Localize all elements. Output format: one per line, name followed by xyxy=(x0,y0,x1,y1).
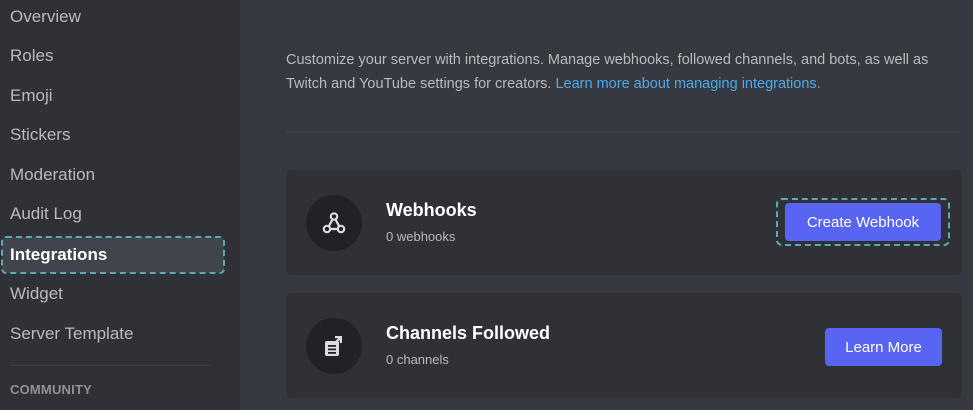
sidebar-item-roles[interactable]: Roles xyxy=(2,38,224,74)
channels-followed-icon xyxy=(306,318,362,374)
sidebar-section-community: COMMUNITY xyxy=(10,382,92,397)
sidebar-item-server-template[interactable]: Server Template xyxy=(2,316,224,352)
sidebar-item-audit-log[interactable]: Audit Log xyxy=(2,196,224,232)
channels-followed-count: 0 channels xyxy=(386,352,449,367)
sidebar-item-moderation[interactable]: Moderation xyxy=(2,157,224,193)
content-divider xyxy=(286,131,960,132)
webhooks-title: Webhooks xyxy=(386,200,477,220)
sidebar-item-emoji[interactable]: Emoji xyxy=(2,78,224,114)
settings-sidebar: Overview Roles Emoji Stickers Moderation… xyxy=(0,0,240,410)
create-webhook-highlight: Create Webhook xyxy=(776,198,950,246)
learn-more-button[interactable]: Learn More xyxy=(825,328,942,366)
channels-followed-title: Channels Followed xyxy=(386,323,551,343)
create-webhook-button[interactable]: Create Webhook xyxy=(785,203,941,241)
channels-followed-card: Channels Followed 0 channels Learn More xyxy=(286,293,962,398)
learn-more-integrations-link[interactable]: Learn more about managing integrations. xyxy=(555,76,820,92)
sidebar-item-widget[interactable]: Widget xyxy=(2,276,224,312)
sidebar-divider xyxy=(10,365,210,366)
main-content: Customize your server with integrations.… xyxy=(240,0,973,410)
sidebar-item-integrations[interactable]: Integrations xyxy=(1,236,225,274)
sidebar-item-stickers[interactable]: Stickers xyxy=(2,117,224,153)
webhook-icon xyxy=(306,195,362,251)
webhooks-count: 0 webhooks xyxy=(386,229,456,244)
sidebar-item-overview[interactable]: Overview xyxy=(2,0,224,35)
webhooks-card: Webhooks 0 webhooks Create Webhook xyxy=(286,170,962,275)
integrations-description: Customize your server with integrations.… xyxy=(286,48,956,96)
